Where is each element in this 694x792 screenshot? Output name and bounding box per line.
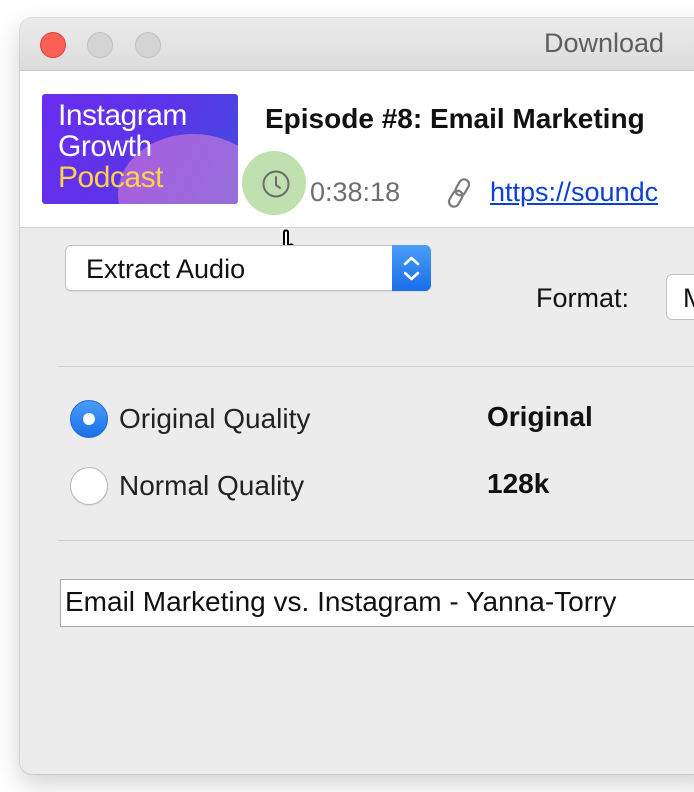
download-window: Download Instagram Growth Podcast Episod… bbox=[20, 18, 694, 774]
title-bar[interactable]: Download bbox=[20, 18, 694, 71]
original-quality-value: Original bbox=[487, 401, 593, 432]
format-label: Format: bbox=[536, 283, 630, 313]
thumbnail-line-1: Instagram bbox=[58, 99, 187, 132]
minimize-window-button[interactable] bbox=[87, 32, 113, 58]
extract-mode-value: Extract Audio bbox=[86, 254, 246, 284]
thumbnail-line-3: Podcast bbox=[58, 161, 163, 194]
normal-quality-value: 128k bbox=[487, 468, 550, 499]
episode-title: Episode #8: Email Marketing bbox=[265, 103, 645, 134]
normal-quality-radio[interactable] bbox=[70, 467, 108, 505]
original-quality-label[interactable]: Original Quality bbox=[119, 403, 310, 435]
clock-icon[interactable] bbox=[261, 169, 291, 199]
chevron-updown-icon bbox=[403, 256, 420, 281]
episode-duration: 0:38:18 bbox=[310, 177, 401, 207]
episode-url-link[interactable]: https://soundc bbox=[490, 177, 658, 208]
section-divider-top bbox=[58, 366, 694, 367]
zoom-window-button[interactable] bbox=[135, 32, 161, 58]
normal-quality-label[interactable]: Normal Quality bbox=[119, 470, 304, 502]
format-value: M bbox=[683, 283, 694, 314]
original-quality-radio[interactable] bbox=[70, 400, 108, 438]
podcast-thumbnail: Instagram Growth Podcast bbox=[42, 94, 238, 204]
episode-header: Instagram Growth Podcast Episode #8: Ema… bbox=[20, 71, 694, 276]
popup-stepper[interactable] bbox=[392, 245, 431, 291]
extract-mode-popup[interactable]: Extract Audio bbox=[65, 245, 431, 291]
link-icon bbox=[447, 178, 471, 208]
section-divider-bottom bbox=[58, 540, 694, 541]
window-title: Download bbox=[544, 28, 665, 58]
thumbnail-line-2: Growth bbox=[58, 130, 152, 163]
format-select[interactable]: M bbox=[666, 274, 694, 320]
filename-field[interactable]: Email Marketing vs. Instagram - Yanna-To… bbox=[60, 579, 694, 627]
close-window-button[interactable] bbox=[40, 32, 66, 58]
